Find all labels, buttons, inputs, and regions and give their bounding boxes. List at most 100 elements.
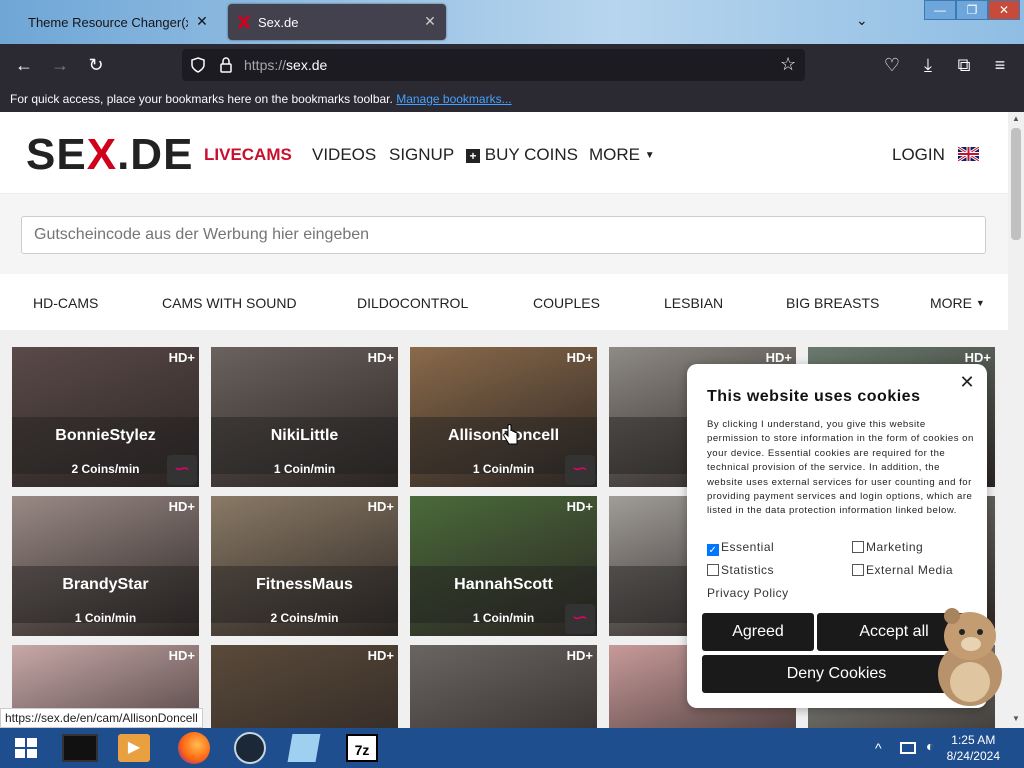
- category-hd-cams[interactable]: HD-CAMS: [33, 295, 98, 311]
- hd-sound-badge: HD+: [367, 350, 394, 365]
- agreed-button[interactable]: Agreed: [702, 613, 814, 651]
- checkbox-marketing[interactable]: Marketing: [852, 540, 923, 554]
- nav-livecams[interactable]: LIVECAMS: [204, 145, 292, 165]
- cookie-title: This website uses cookies: [707, 388, 921, 405]
- logo-x: X: [86, 130, 118, 179]
- tab-list-chevron-icon[interactable]: ⌄: [856, 12, 868, 29]
- category-big-breasts[interactable]: BIG BREASTS: [786, 295, 879, 311]
- tab-label: Sex.de: [258, 14, 299, 30]
- close-tab-icon[interactable]: ✕: [194, 13, 210, 29]
- checkbox-label: Marketing: [866, 540, 924, 554]
- clock-date: 8/24/2024: [946, 749, 1000, 763]
- caret-down-icon: ▼: [644, 150, 655, 161]
- checkbox-statistics[interactable]: Statistics: [707, 563, 774, 577]
- vertical-scrollbar[interactable]: ▲ ▼: [1008, 112, 1024, 728]
- logo-left: SE: [26, 130, 87, 179]
- cam-card[interactable]: HD+ HannahScott 1 Coin/min ∽: [410, 496, 597, 636]
- site-header: SEX.DE LIVECAMS VIDEOS SIGNUP + BUY COIN…: [0, 112, 1008, 194]
- category-cams-with-sound[interactable]: CAMS WITH SOUND: [162, 295, 297, 311]
- lock-icon[interactable]: [218, 56, 234, 74]
- coupon-code-input[interactable]: [21, 216, 986, 254]
- tab-sex-de[interactable]: Sex.de ✕: [228, 4, 446, 40]
- firefox-icon[interactable]: [178, 732, 210, 764]
- cam-card[interactable]: HD+: [211, 645, 398, 728]
- tab-theme-resource-changer[interactable]: Theme Resource Changer(x86 & x64) ✕: [18, 4, 218, 40]
- nav-signup[interactable]: SIGNUP: [389, 145, 454, 165]
- tray-chevron-icon[interactable]: ^: [875, 740, 882, 756]
- checkbox-external-media[interactable]: External Media: [852, 563, 953, 577]
- restore-button[interactable]: ❐: [956, 0, 988, 20]
- site-favicon-icon: [238, 15, 250, 29]
- scroll-up-arrow-icon[interactable]: ▲: [1012, 114, 1020, 123]
- nav-more[interactable]: MORE ▼: [589, 145, 655, 165]
- site-logo[interactable]: SEX.DE: [26, 130, 193, 180]
- scrollbar-thumb[interactable]: [1011, 128, 1021, 240]
- hd-sound-badge: HD+: [964, 350, 991, 365]
- close-tab-icon[interactable]: ✕: [422, 13, 438, 29]
- cam-card[interactable]: HD+ BrandyStar 1 Coin/min: [12, 496, 199, 636]
- shield-icon[interactable]: [190, 57, 206, 73]
- 7zip-icon[interactable]: 7z: [346, 734, 378, 762]
- plus-square-icon: +: [466, 149, 480, 163]
- bookmark-star-icon[interactable]: ☆: [780, 54, 796, 75]
- downloads-icon[interactable]: ⤓: [917, 54, 939, 76]
- cam-card[interactable]: HD+ FitnessMaus 2 Coins/min: [211, 496, 398, 636]
- scroll-down-arrow-icon[interactable]: ▼: [1012, 714, 1020, 723]
- minimize-button[interactable]: —: [924, 0, 956, 20]
- hd-sound-badge: HD+: [566, 350, 593, 365]
- terminal-icon[interactable]: [62, 734, 98, 762]
- back-arrow-icon[interactable]: ←: [13, 54, 35, 76]
- hd-sound-badge: HD+: [168, 350, 195, 365]
- cam-card[interactable]: HD+: [410, 645, 597, 728]
- nav-buy-coins[interactable]: + BUY COINS: [466, 145, 578, 165]
- cam-price: 1 Coin/min: [273, 462, 336, 476]
- pocket-icon[interactable]: ♡: [881, 54, 903, 76]
- close-window-button[interactable]: ✕: [988, 0, 1020, 20]
- extensions-icon[interactable]: ⧉: [953, 54, 975, 76]
- reload-icon[interactable]: ↻: [85, 54, 107, 76]
- lovense-icon: ∽: [565, 455, 595, 485]
- cam-card[interactable]: HD+AllisonDoncell1 Coin/min∽: [410, 347, 597, 487]
- menu-hamburger-icon[interactable]: ≡: [989, 54, 1011, 76]
- hamster-mascot-icon: [938, 608, 1002, 706]
- category-dildocontrol[interactable]: DILDOCONTROL: [357, 295, 468, 311]
- cam-card[interactable]: HD+ BonnieStylez 2 Coins/min ∽: [12, 347, 199, 487]
- title-bar: Theme Resource Changer(x86 & x64) ✕ Sex.…: [0, 0, 1024, 44]
- network-icon[interactable]: [900, 742, 916, 754]
- category-more[interactable]: MORE ▼: [930, 295, 985, 311]
- taskbar: ▶ 7z ^ ◐ 1:25 AM 8/24/2024: [0, 728, 1024, 768]
- notepad-icon[interactable]: [287, 734, 321, 762]
- logo-right: .DE: [117, 130, 194, 179]
- forward-arrow-icon[interactable]: →: [49, 54, 71, 76]
- cam-card[interactable]: HD+ NikiLittle 1 Coin/min: [211, 347, 398, 487]
- hd-sound-badge: HD+: [566, 499, 593, 514]
- hd-sound-badge: HD+: [367, 499, 394, 514]
- hand-cursor-icon: [503, 424, 518, 445]
- cookie-body-text: By clicking I understand, you give this …: [707, 419, 974, 517]
- category-bar: HD-CAMS CAMS WITH SOUND DILDOCONTROL COU…: [0, 274, 1008, 330]
- checkbox-icon: [852, 564, 864, 576]
- tab-label: Theme Resource Changer(x86 & x64): [28, 14, 188, 30]
- volume-icon[interactable]: ◐: [926, 738, 934, 754]
- caret-down-icon: ▼: [975, 298, 985, 308]
- hd-sound-badge: HD+: [168, 499, 195, 514]
- close-icon[interactable]: ✕: [957, 372, 977, 392]
- nav-login[interactable]: LOGIN: [892, 145, 945, 165]
- checkbox-essential[interactable]: ✓ Essential: [707, 540, 774, 556]
- hd-sound-badge: HD+: [566, 648, 593, 663]
- category-lesbian[interactable]: LESBIAN: [664, 295, 723, 311]
- hd-sound-badge: HD+: [765, 350, 792, 365]
- windows-start-icon[interactable]: [8, 732, 44, 764]
- media-player-icon[interactable]: ▶: [118, 734, 150, 762]
- buy-coins-label: BUY COINS: [484, 145, 578, 164]
- manage-bookmarks-link[interactable]: Manage bookmarks...: [396, 92, 511, 106]
- category-couples[interactable]: COUPLES: [533, 295, 600, 311]
- url-bar[interactable]: https://sex.de ☆: [182, 49, 805, 81]
- checkbox-icon: [707, 564, 719, 576]
- nav-videos[interactable]: VIDEOS: [312, 145, 376, 165]
- steam-icon[interactable]: [234, 732, 266, 764]
- privacy-policy-link[interactable]: Privacy Policy: [707, 586, 789, 600]
- checkbox-label: Essential: [721, 540, 775, 554]
- uk-flag-icon[interactable]: [958, 147, 979, 161]
- system-clock[interactable]: 1:25 AM 8/24/2024: [947, 732, 1000, 764]
